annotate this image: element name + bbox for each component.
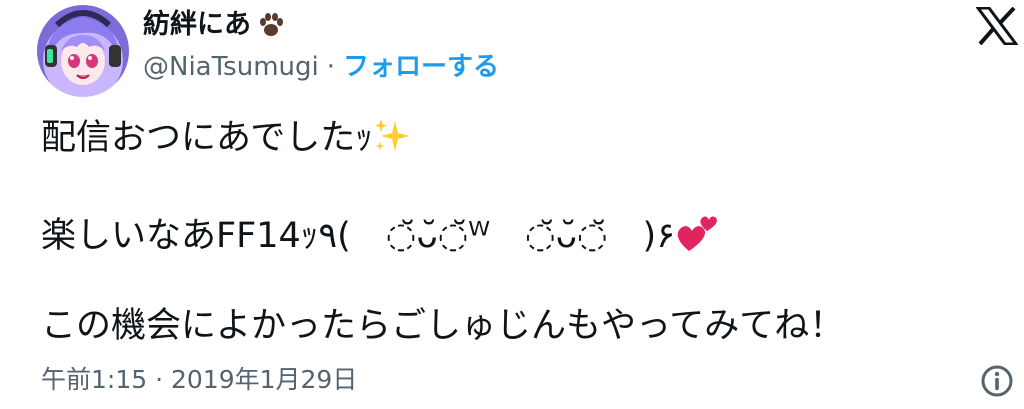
tweet-timestamp[interactable]: 午前1:15 · 2019年1月29日 — [41, 364, 357, 396]
x-logo-icon[interactable] — [975, 6, 1019, 46]
paw-icon — [257, 11, 285, 39]
tweet-text-line-2: 楽しいなあFF14ｯ٩( ◌̆ᴗ̆◌̆ᵂ ◌̆ᴗ̆◌̆ )۶ — [41, 213, 719, 265]
display-name-row[interactable]: 紡絆にあ — [143, 8, 285, 42]
user-handle[interactable]: @NiaTsumugi — [143, 50, 319, 84]
tweet-text-line-3: この機会によかったらごしゅじんもやってみてね！ — [41, 306, 845, 346]
display-name: 紡絆にあ — [143, 9, 251, 40]
info-icon[interactable] — [980, 364, 1014, 398]
tweet-text-line-1: 配信おつにあでしたｯ — [41, 115, 411, 167]
follow-button[interactable]: フォローする — [343, 50, 499, 84]
avatar[interactable] — [37, 5, 129, 97]
sparkles-icon — [373, 117, 411, 167]
tweet-text: 配信おつにあでしたｯ — [41, 118, 373, 158]
separator-dot: · — [326, 52, 336, 82]
two-hearts-icon — [675, 213, 719, 265]
handle-row: @NiaTsumugi · フォローする — [143, 50, 499, 84]
tweet-card: 紡絆にあ @NiaTsumugi · フォローする 配信おつにあでしたｯ 楽しい… — [0, 0, 1024, 409]
tweet-text: 楽しいなあFF14ｯ٩( ◌̆ᴗ̆◌̆ᵂ ◌̆ᴗ̆◌̆ )۶ — [41, 216, 676, 256]
